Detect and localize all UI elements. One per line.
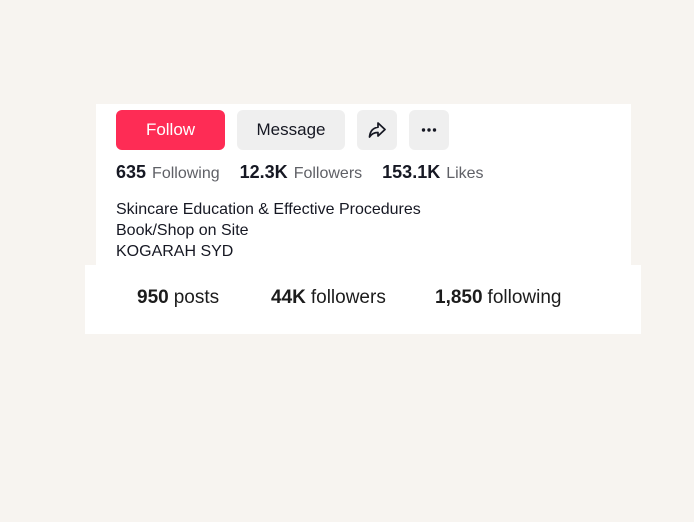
bio-line: Book/Shop on Site	[116, 222, 249, 239]
share-arrow-icon	[367, 120, 387, 140]
stat-value: 153.1K	[382, 162, 441, 182]
more-options-button[interactable]	[409, 110, 449, 150]
profile-stats: 635 Following 12.3K Followers 153.1K Lik…	[116, 162, 504, 186]
following-label: following	[487, 287, 562, 308]
followers-label: followers	[310, 287, 386, 308]
stat-value: 12.3K	[239, 162, 288, 182]
message-button[interactable]: Message	[237, 110, 345, 150]
posts-label: posts	[173, 287, 220, 308]
followers-count[interactable]: 44K followers	[271, 287, 386, 309]
profile-bio: Skincare Education & Effective Procedure…	[116, 199, 421, 262]
stat-label: Following	[152, 165, 220, 182]
stat-followers[interactable]: 12.3K Followers	[240, 162, 363, 183]
instagram-stats-panel: 950 posts 44K followers 1,850 following	[85, 265, 641, 334]
bio-line: KOGARAH SYD	[116, 243, 234, 260]
following-count[interactable]: 1,850 following	[435, 287, 561, 309]
stat-label: Likes	[446, 165, 484, 182]
posts-count: 950 posts	[137, 287, 219, 309]
stat-label: Followers	[293, 165, 363, 182]
share-button[interactable]	[357, 110, 397, 150]
profile-header-panel: Follow Message 635 Following 12.3K Follo…	[96, 104, 631, 266]
bio-line: Skincare Education & Effective Procedure…	[116, 201, 421, 218]
posts-value: 950	[137, 287, 169, 308]
followers-value: 44K	[271, 287, 306, 308]
following-value: 1,850	[435, 287, 483, 308]
screenshot-canvas: Follow Message 635 Following 12.3K Follo…	[0, 0, 694, 522]
stat-value: 635	[116, 162, 147, 182]
stat-following[interactable]: 635 Following	[116, 162, 220, 183]
more-horizontal-icon	[419, 120, 439, 140]
follow-button[interactable]: Follow	[116, 110, 225, 150]
stat-likes: 153.1K Likes	[382, 162, 483, 183]
